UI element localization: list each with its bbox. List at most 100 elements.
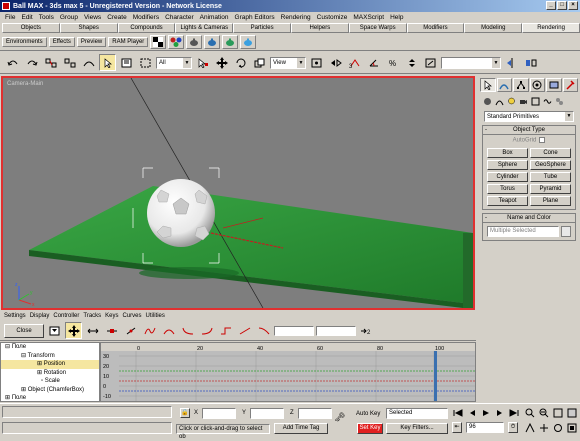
ground-plane[interactable] xyxy=(29,186,473,303)
tab-shapes[interactable]: Shapes xyxy=(59,23,118,33)
filters-icon[interactable] xyxy=(46,322,63,339)
activeshade-icon[interactable] xyxy=(240,34,257,49)
slide-keys-icon[interactable] xyxy=(84,322,101,339)
tab-rendering[interactable]: Rendering xyxy=(522,23,580,33)
space-warps-icon[interactable] xyxy=(542,96,552,106)
tree-item-selected[interactable]: ⊞ Position xyxy=(1,360,99,369)
named-selection-sets-dropdown[interactable]: ▼ xyxy=(441,56,501,69)
select-and-move-icon[interactable] xyxy=(213,54,230,71)
time-config-icon[interactable]: ⏱ xyxy=(508,422,518,433)
menu-views[interactable]: Views xyxy=(81,14,104,21)
camera-viewport[interactable]: Camera-Main z x y xyxy=(1,76,475,310)
name-color-header[interactable]: - Name and Color xyxy=(483,213,575,223)
maxscript-listener-output[interactable] xyxy=(2,422,172,434)
hierarchy-tab-icon[interactable] xyxy=(513,78,529,92)
modify-tab-icon[interactable] xyxy=(496,78,512,92)
tree-item[interactable]: ⊞ Поле xyxy=(1,394,99,403)
key-mode-toggle-icon[interactable]: ⇤ xyxy=(452,422,462,433)
environments-button[interactable]: Environments xyxy=(2,36,47,47)
tab-space-warps[interactable]: Space Warps xyxy=(348,23,407,33)
tangent-fast-icon[interactable] xyxy=(179,322,196,339)
scale-keys-icon[interactable] xyxy=(103,322,120,339)
tab-modifiers[interactable]: Modifiers xyxy=(406,23,465,33)
menu-character[interactable]: Character xyxy=(162,14,197,21)
goto-end-icon[interactable] xyxy=(508,407,520,419)
teapot-render-icon[interactable] xyxy=(186,34,203,49)
ram-player-button[interactable]: RAM Player xyxy=(108,36,149,47)
maximize-button[interactable]: □ xyxy=(557,1,567,10)
autogrid-checkbox[interactable] xyxy=(539,137,546,143)
category-dropdown[interactable]: Standard Primitives ▼ xyxy=(484,111,574,122)
maximize-viewport-icon[interactable] xyxy=(566,422,578,434)
material-spheres-icon[interactable] xyxy=(168,34,185,49)
select-and-link-icon[interactable] xyxy=(194,54,211,71)
menu-rendering[interactable]: Rendering xyxy=(278,14,314,21)
menu-group[interactable]: Group xyxy=(57,14,81,21)
zoom-all-icon[interactable] xyxy=(538,407,550,419)
menu-animation[interactable]: Animation xyxy=(197,14,232,21)
motion-tab-icon[interactable] xyxy=(529,78,545,92)
display-tab-icon[interactable] xyxy=(546,78,562,92)
tv-menu-tracks[interactable]: Tracks xyxy=(81,313,103,319)
tv-menu-keys[interactable]: Keys xyxy=(103,313,120,319)
teapot-button[interactable]: Teapot xyxy=(487,195,528,206)
tangent-slow-icon[interactable] xyxy=(198,322,215,339)
menu-tools[interactable]: Tools xyxy=(36,14,57,21)
bind-space-warp-icon[interactable] xyxy=(80,54,97,71)
box-button[interactable]: Box xyxy=(487,147,528,158)
checker-icon[interactable] xyxy=(150,34,167,49)
menu-modifiers[interactable]: Modifiers xyxy=(130,14,162,21)
effects-button[interactable]: Effects xyxy=(48,36,75,47)
tangent-custom-icon[interactable] xyxy=(160,322,177,339)
tree-item[interactable]: ⊞ Object (ChamferBox) xyxy=(1,386,99,395)
selection-filter-dropdown[interactable]: All ▼ xyxy=(156,56,192,69)
select-and-rotate-icon[interactable] xyxy=(232,54,249,71)
undo-icon[interactable] xyxy=(4,54,21,71)
key-value-field[interactable] xyxy=(316,325,356,336)
x-coordinate-field[interactable] xyxy=(202,408,236,419)
tube-button[interactable]: Tube xyxy=(530,171,571,182)
systems-icon[interactable] xyxy=(554,96,564,106)
zoom-tracks-icon[interactable]: 2 xyxy=(358,322,375,339)
tab-lights-cameras[interactable]: Lights & Cameras xyxy=(175,23,234,33)
add-time-tag-button[interactable]: Add Time Tag xyxy=(274,423,328,434)
close-window-button[interactable]: × xyxy=(568,1,578,10)
tv-menu-utilities[interactable]: Utilities xyxy=(144,313,167,319)
z-coordinate-field[interactable] xyxy=(298,408,332,419)
lock-selection-icon[interactable]: 🔒 xyxy=(180,408,190,418)
select-and-scale-icon[interactable] xyxy=(251,54,268,71)
curve-editor[interactable]: 0 20 40 60 80 100 30 20 10 0 -10 xyxy=(100,342,476,402)
orbit-icon[interactable] xyxy=(552,422,564,434)
pyramid-button[interactable]: Pyramid xyxy=(530,183,571,194)
object-type-header[interactable]: - Object Type xyxy=(483,126,575,135)
mirror-icon[interactable] xyxy=(327,54,344,71)
time-slider-marker[interactable] xyxy=(434,351,437,401)
key-mode-dropdown[interactable]: Selected xyxy=(386,408,448,419)
sphere-button[interactable]: Sphere xyxy=(487,159,528,170)
function-curves-icon[interactable] xyxy=(141,322,158,339)
tree-item[interactable]: ⊟ Поле xyxy=(1,343,99,352)
current-frame-field[interactable]: 96 xyxy=(466,422,504,433)
shapes-icon[interactable] xyxy=(494,96,504,106)
snap-3d-icon[interactable]: 3 xyxy=(346,54,363,71)
tab-particles[interactable]: Particles xyxy=(233,23,291,33)
mirror-selected-icon[interactable] xyxy=(503,54,520,71)
tree-item[interactable]: ⊞ Rotation xyxy=(1,369,99,378)
geometry-icon[interactable] xyxy=(482,96,492,106)
cameras-icon[interactable] xyxy=(518,96,528,106)
torus-button[interactable]: Torus xyxy=(487,183,528,194)
y-coordinate-field[interactable] xyxy=(250,408,284,419)
utilities-tab-icon[interactable] xyxy=(562,78,578,92)
region-select-icon[interactable] xyxy=(137,54,154,71)
tree-item[interactable]: ▫ Scale xyxy=(1,377,99,386)
geosphere-button[interactable]: GeoSphere xyxy=(530,159,571,170)
tangent-step-icon[interactable] xyxy=(217,322,234,339)
zoom-icon[interactable] xyxy=(524,407,536,419)
render-last-icon[interactable] xyxy=(222,34,239,49)
maxscript-listener[interactable] xyxy=(2,406,172,418)
menu-customize[interactable]: Customize xyxy=(314,14,351,21)
pan-icon[interactable] xyxy=(538,422,550,434)
plane-button[interactable]: Plane xyxy=(530,195,571,206)
object-name-field[interactable]: Multiple Selected xyxy=(487,225,559,237)
tv-menu-curves[interactable]: Curves xyxy=(121,313,144,319)
